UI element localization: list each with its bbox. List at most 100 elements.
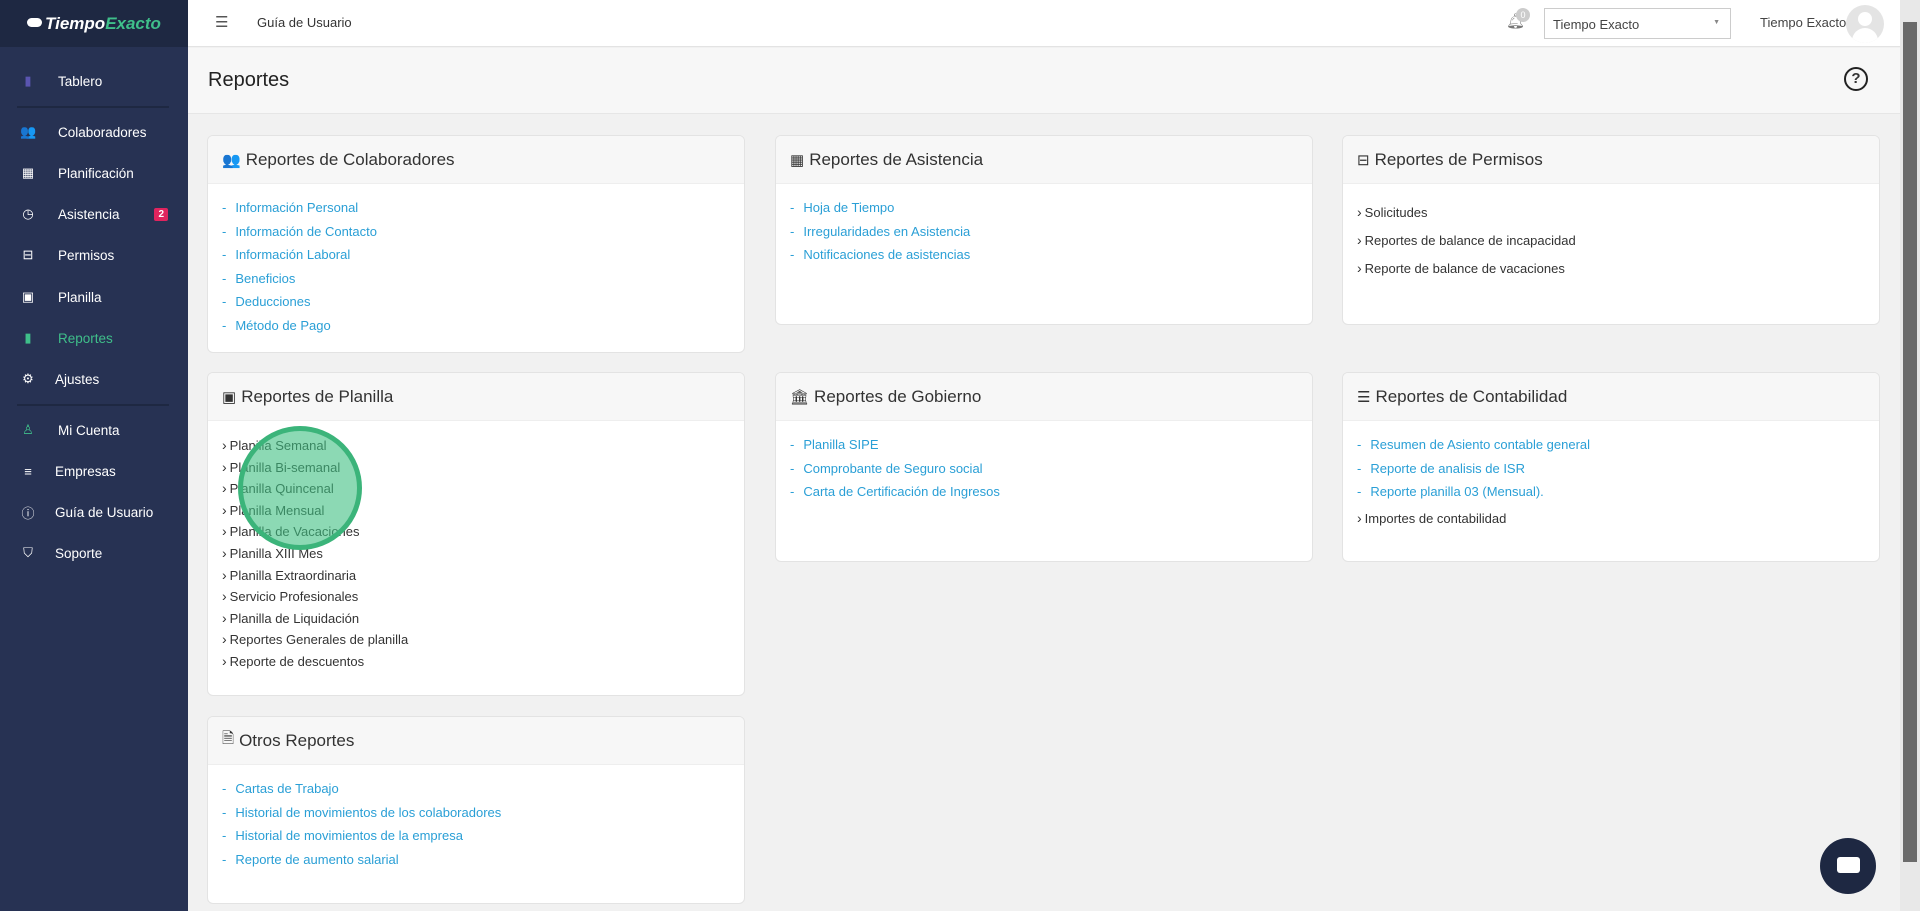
- report-link[interactable]: Deducciones: [222, 290, 730, 314]
- report-link[interactable]: Reporte de aumento salarial: [222, 848, 730, 872]
- card-title: Reportes de Permisos: [1374, 149, 1543, 169]
- report-link[interactable]: Información Laboral: [222, 243, 730, 267]
- card-title: Reportes de Contabilidad: [1375, 386, 1568, 406]
- file-icon: 🗎: [222, 730, 235, 747]
- card-title: Reportes de Planilla: [241, 386, 394, 406]
- report-link[interactable]: Planilla SIPE: [790, 433, 1298, 457]
- top-bar: ☰ Guía de Usuario 🔔︎ 0 Tiempo Exacto ▼ T…: [188, 0, 1900, 47]
- report-link[interactable]: Servicio Profesionales: [222, 586, 730, 608]
- report-link[interactable]: Reporte de balance de vacaciones: [1357, 254, 1865, 282]
- sidebar-item-tablero[interactable]: ▮ Tablero: [0, 63, 188, 99]
- money-icon: ▣: [21, 289, 35, 304]
- chat-icon: [1837, 857, 1860, 873]
- scrollbar[interactable]: [1900, 0, 1920, 911]
- page-title: Reportes: [208, 69, 290, 91]
- sidebar-item-empresas[interactable]: ≡ Empresas: [0, 453, 188, 489]
- report-link[interactable]: Solicitudes: [1357, 198, 1865, 226]
- report-link[interactable]: Reportes Generales de planilla: [222, 629, 730, 651]
- report-link[interactable]: Reporte de descuentos: [222, 651, 730, 673]
- file-icon: ▮: [24, 330, 32, 345]
- report-link[interactable]: Planilla Mensual: [222, 500, 730, 522]
- scrollbar-thumb[interactable]: [1903, 22, 1917, 862]
- report-link[interactable]: Beneficios: [222, 267, 730, 291]
- sidebar-item-label: Permisos: [58, 247, 115, 263]
- bank-icon: 🏛︎: [790, 388, 810, 406]
- report-link[interactable]: Planilla Quincenal: [222, 478, 730, 500]
- sidebar-item-label: Asistencia: [58, 206, 120, 222]
- report-link[interactable]: Cartas de Trabajo: [222, 777, 730, 801]
- report-link[interactable]: Hoja de Tiempo: [790, 196, 1298, 220]
- sidebar-item-label: Planificación: [58, 165, 134, 181]
- company-select-value: Tiempo Exacto: [1553, 17, 1640, 32]
- chat-button[interactable]: [1820, 838, 1876, 894]
- sidebar-item-label: Ajustes: [55, 371, 100, 387]
- report-link[interactable]: Planilla Semanal: [222, 435, 730, 457]
- card-title: Reportes de Colaboradores: [245, 149, 455, 169]
- list-icon: ☰: [1357, 388, 1371, 406]
- report-link[interactable]: Comprobante de Seguro social: [790, 457, 1298, 481]
- guide-link[interactable]: Guía de Usuario: [257, 15, 352, 30]
- inbox-icon: ⊟: [1357, 151, 1370, 169]
- report-link[interactable]: Planilla de Vacaciones: [222, 521, 730, 543]
- clock-icon: ◷: [22, 206, 34, 221]
- sidebar-item-permisos[interactable]: ⊟ Permisos: [0, 237, 188, 273]
- sidebar-item-reportes[interactable]: ▮ Reportes: [0, 320, 188, 356]
- report-link[interactable]: Reporte planilla 03 (Mensual).: [1357, 480, 1865, 504]
- bar-chart-icon: ▮: [24, 73, 32, 88]
- company-select[interactable]: Tiempo Exacto ▼: [1544, 8, 1731, 39]
- report-link[interactable]: Historial de movimientos de la empresa: [222, 824, 730, 848]
- report-link[interactable]: Planilla de Liquidación: [222, 608, 730, 630]
- sidebar-item-guia[interactable]: ⓘ Guía de Usuario: [0, 494, 188, 530]
- menu-toggle-icon[interactable]: ☰: [215, 13, 228, 31]
- sidebar-item-label: Empresas: [55, 463, 116, 479]
- report-link[interactable]: Irregularidades en Asistencia: [790, 220, 1298, 244]
- sidebar-divider: [17, 106, 169, 108]
- inbox-icon: ⊟: [22, 247, 34, 262]
- report-link[interactable]: Notificaciones de asistencias: [790, 243, 1298, 267]
- card-contabilidad: ☰Reportes de Contabilidad Resumen de Asi…: [1342, 372, 1880, 562]
- sidebar-item-asistencia[interactable]: ◷ Asistencia 2: [0, 196, 188, 232]
- logo-text: Tiempo: [45, 13, 106, 33]
- sidebar-item-label: Reportes: [58, 330, 113, 346]
- report-link[interactable]: Información Personal: [222, 196, 730, 220]
- question-icon: ⓘ: [21, 505, 35, 521]
- card-title: Reportes de Asistencia: [809, 149, 984, 169]
- users-icon: 👥: [20, 124, 37, 139]
- user-icon: ♙: [22, 422, 34, 437]
- sidebar-item-colaboradores[interactable]: 👥 Colaboradores: [0, 114, 188, 150]
- sidebar-item-planificacion[interactable]: ▦ Planificación: [0, 155, 188, 191]
- report-link[interactable]: Reportes de balance de incapacidad: [1357, 226, 1865, 254]
- logo-text-accent: Exacto: [105, 13, 161, 33]
- page-header: Reportes ?: [188, 48, 1900, 114]
- logo[interactable]: Tiempo Exacto: [0, 0, 188, 47]
- sidebar-item-ajustes[interactable]: ⚙ Ajustes: [0, 361, 188, 397]
- users-icon: 👥: [222, 151, 241, 169]
- report-link[interactable]: Información de Contacto: [222, 220, 730, 244]
- report-link[interactable]: Planilla XIII Mes: [222, 543, 730, 565]
- card-permisos: ⊟Reportes de Permisos Solicitudes Report…: [1342, 135, 1880, 325]
- card-title: Reportes de Gobierno: [814, 386, 982, 406]
- avatar[interactable]: [1846, 5, 1884, 43]
- gear-icon: ⚙: [22, 371, 34, 386]
- sidebar-item-label: Mi Cuenta: [58, 422, 120, 438]
- card-colaboradores: 👥Reportes de Colaboradores Información P…: [207, 135, 745, 353]
- sidebar-item-label: Guía de Usuario: [55, 504, 154, 520]
- sidebar-item-mi-cuenta[interactable]: ♙ Mi Cuenta: [0, 412, 188, 448]
- card-gobierno: 🏛︎Reportes de Gobierno Planilla SIPE Com…: [775, 372, 1313, 562]
- asistencia-badge: 2: [154, 207, 168, 221]
- sidebar-item-planilla[interactable]: ▣ Planilla: [0, 279, 188, 315]
- report-link[interactable]: Reporte de analisis de ISR: [1357, 457, 1865, 481]
- report-link[interactable]: Carta de Certificación de Ingresos: [790, 480, 1298, 504]
- report-link[interactable]: Resumen de Asiento contable general: [1357, 433, 1865, 457]
- report-link[interactable]: Método de Pago: [222, 314, 730, 338]
- user-name[interactable]: Tiempo Exacto: [1760, 15, 1846, 30]
- report-link[interactable]: Importes de contabilidad: [1357, 504, 1865, 532]
- sidebar-item-soporte[interactable]: ⛉ Soporte: [0, 535, 188, 571]
- report-link[interactable]: Planilla Extraordinaria: [222, 565, 730, 587]
- sidebar-divider: [17, 404, 169, 406]
- report-link[interactable]: Planilla Bi-semanal: [222, 457, 730, 479]
- help-icon[interactable]: ?: [1844, 67, 1868, 91]
- notification-count: 0: [1516, 8, 1530, 22]
- report-link[interactable]: Historial de movimientos de los colabora…: [222, 801, 730, 825]
- cloud-icon: [27, 18, 43, 27]
